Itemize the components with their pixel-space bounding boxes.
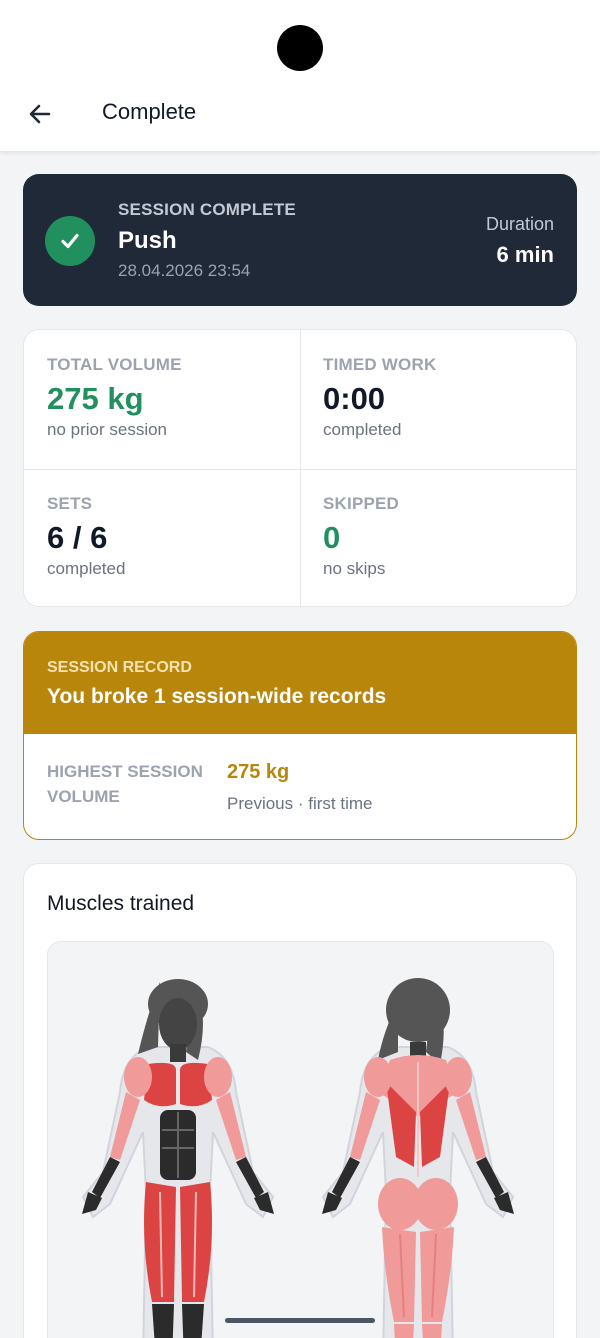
stat-value: 275 kg — [47, 381, 144, 416]
duration-value: 6 min — [496, 242, 554, 267]
front-camera — [277, 25, 323, 71]
record-item-label: HIGHEST SESSION VOLUME — [47, 762, 203, 806]
back-button[interactable] — [20, 96, 60, 136]
stat-sub: completed — [323, 420, 402, 439]
stat-label: TOTAL VOLUME — [47, 355, 182, 374]
back-body-figure — [321, 978, 515, 1338]
record-item-value: 275 kg — [227, 761, 290, 783]
stat-label: SETS — [47, 494, 93, 513]
session-kicker: SESSION COMPLETE — [118, 200, 296, 219]
stat-sub: completed — [47, 559, 126, 578]
muscle-map — [47, 941, 554, 1338]
divider — [24, 469, 576, 470]
arrow-left-icon — [27, 101, 53, 132]
record-header: SESSION RECORD You broke 1 session-wide … — [24, 632, 576, 734]
record-item-previous: Previous · first time — [227, 794, 373, 813]
stat-skipped: SKIPPED 0 no skips — [323, 494, 583, 579]
stat-timed-work: TIMED WORK 0:00 completed — [323, 355, 583, 440]
stat-value: 0 — [323, 520, 341, 555]
front-body-figure — [81, 979, 275, 1338]
stat-label: TIMED WORK — [323, 355, 437, 374]
home-indicator[interactable] — [225, 1318, 375, 1323]
record-title: You broke 1 session-wide records — [47, 685, 387, 708]
muscles-trained-card: Muscles trained — [23, 863, 577, 1338]
check-icon — [45, 216, 95, 266]
session-summary-card: SESSION COMPLETE Push 28.04.2026 23:54 D… — [23, 174, 577, 306]
stat-sub: no skips — [323, 559, 386, 578]
status-bar — [0, 0, 600, 90]
stat-value: 0:00 — [323, 381, 386, 416]
stat-value: 6 / 6 — [47, 520, 108, 555]
session-name: Push — [118, 227, 177, 254]
muscles-title: Muscles trained — [47, 892, 195, 915]
session-record-card: SESSION RECORD You broke 1 session-wide … — [23, 631, 577, 840]
stats-grid: TOTAL VOLUME 275 kg no prior session TIM… — [23, 329, 577, 607]
stat-sub: no prior session — [47, 420, 168, 439]
app-bar: Complete — [0, 90, 600, 152]
stat-sets: SETS 6 / 6 completed — [47, 494, 307, 579]
stat-label: SKIPPED — [323, 494, 400, 513]
duration-label: Duration — [485, 214, 554, 234]
page-title: Complete — [102, 99, 197, 124]
stat-total-volume: TOTAL VOLUME 275 kg no prior session — [47, 355, 307, 440]
session-datetime: 28.04.2026 23:54 — [118, 261, 251, 280]
record-kicker: SESSION RECORD — [47, 659, 192, 676]
